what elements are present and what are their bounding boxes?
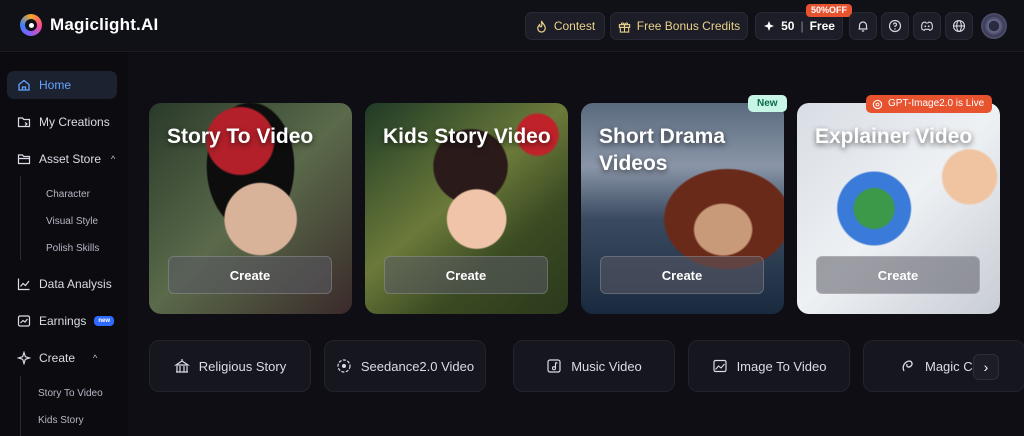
free-bonus-credits-button[interactable]: Free Bonus Credits <box>610 12 748 40</box>
card-title: Short Drama Videos <box>599 125 726 175</box>
card-title: Kids Story Video <box>383 125 551 148</box>
sidebar-item-asset-store[interactable]: Asset Store ^ <box>7 145 117 173</box>
discount-badge: 50%OFF <box>806 4 853 17</box>
earnings-new-badge: new <box>94 316 115 326</box>
brand-name: Magiclight.AI <box>50 15 159 34</box>
gift-icon <box>618 21 630 33</box>
contest-button[interactable]: Contest <box>525 12 605 40</box>
temple-icon <box>173 359 190 373</box>
help-button[interactable] <box>881 12 909 40</box>
chevron-up-icon: ^ <box>93 353 98 363</box>
bonus-label: Free Bonus Credits <box>636 19 741 33</box>
sidebar-label-asset-store: Asset Store <box>39 152 102 166</box>
contest-label: Contest <box>553 19 596 33</box>
chart-icon <box>17 278 30 291</box>
credits-value: 50 <box>781 19 795 33</box>
sidebar-item-my-creations[interactable]: My Creations <box>7 108 117 136</box>
asset-folder-icon <box>17 154 31 165</box>
card-title: Story To Video <box>167 125 314 148</box>
gpt-image-live-label: GPT-Image2.0 is Live <box>888 98 985 109</box>
card-explainer-video[interactable]: Explainer Video Create <box>797 103 1000 314</box>
folder-icon <box>17 117 31 128</box>
card-title: Explainer Video <box>815 125 973 148</box>
sidebar-item-home[interactable]: Home <box>7 71 117 99</box>
fire-icon <box>536 20 546 33</box>
chevron-up-icon: ^ <box>111 154 116 164</box>
globe-icon <box>952 19 966 33</box>
credits-plan: Free <box>809 19 835 33</box>
seedance-icon <box>337 359 351 373</box>
new-badge: New <box>748 95 787 112</box>
sidebar-sub-visual-style[interactable]: Visual Style <box>46 216 98 227</box>
quick-seedance-video[interactable]: Seedance2.0 Video <box>324 340 486 392</box>
sidebar-item-data-analysis[interactable]: Data Analysis <box>7 270 117 298</box>
sidebar-sub-polish-skills[interactable]: Polish Skills <box>46 243 99 254</box>
quick-music-video[interactable]: Music Video <box>513 340 675 392</box>
create-button[interactable]: Create <box>600 256 764 294</box>
quick-religious-story[interactable]: Religious Story <box>149 340 311 392</box>
asset-store-tree-line <box>20 176 21 260</box>
card-kids-story-video[interactable]: Kids Story Video Create <box>365 103 568 314</box>
language-button[interactable] <box>945 12 973 40</box>
credits-separator: | <box>800 19 804 33</box>
quick-magic-clip[interactable]: Magic Cli <box>863 340 1024 392</box>
quick-image-to-video[interactable]: Image To Video <box>688 340 850 392</box>
top-bar: Magiclight.AI Contest Free Bonus Credits… <box>0 0 1024 52</box>
sparkle-icon <box>17 351 31 365</box>
discord-button[interactable] <box>913 12 941 40</box>
sidebar-sub-kids-story[interactable]: Kids Story <box>38 415 84 426</box>
create-tree-line <box>20 376 21 436</box>
create-button[interactable]: Create <box>384 256 548 294</box>
trend-icon <box>17 315 31 327</box>
magic-icon <box>902 360 913 372</box>
sidebar-label-data-analysis: Data Analysis <box>39 277 112 291</box>
gpt-image-live-badge: GPT-Image2.0 is Live <box>866 95 993 113</box>
chevron-right-icon: › <box>983 359 989 375</box>
help-icon <box>888 19 902 33</box>
discord-icon <box>921 21 933 31</box>
sidebar-label-create: Create <box>39 351 76 365</box>
sidebar: Home My Creations Asset Store ^ Characte… <box>0 52 128 436</box>
card-story-to-video[interactable]: Story To Video Create <box>149 103 352 314</box>
sidebar-label-earnings: Earnings <box>39 314 87 328</box>
bell-icon <box>858 21 868 32</box>
main-content: Story To Video Create Kids Story Video C… <box>128 52 1024 436</box>
quick-label: Seedance2.0 Video <box>360 358 475 374</box>
notifications-button[interactable] <box>849 12 877 40</box>
brand-logo[interactable]: Magiclight.AI <box>20 14 158 36</box>
sidebar-sub-character[interactable]: Character <box>46 189 90 200</box>
sidebar-label-my-creations: My Creations <box>39 115 110 129</box>
brand-mark-icon <box>20 14 42 36</box>
scroll-next-button[interactable]: › <box>973 354 999 380</box>
create-button[interactable]: Create <box>168 256 332 294</box>
user-avatar[interactable] <box>981 13 1007 39</box>
openai-icon <box>872 99 883 109</box>
quick-label: Image To Video <box>736 358 827 374</box>
music-icon <box>547 359 561 373</box>
image-icon <box>712 359 727 373</box>
card-short-drama-videos[interactable]: Short Drama Videos Create <box>581 103 784 314</box>
diamond-icon <box>764 21 775 31</box>
quick-label: Music Video <box>571 358 642 374</box>
sidebar-item-earnings[interactable]: Earnings new <box>7 307 117 335</box>
sidebar-item-create[interactable]: Create ^ <box>7 344 117 372</box>
quick-label: Magic Cli <box>925 358 979 374</box>
create-button[interactable]: Create <box>816 256 980 294</box>
home-icon <box>18 79 30 91</box>
quick-label: Religious Story <box>198 358 287 374</box>
sidebar-sub-story-to-video[interactable]: Story To Video <box>38 388 103 399</box>
sidebar-label-home: Home <box>39 78 72 92</box>
